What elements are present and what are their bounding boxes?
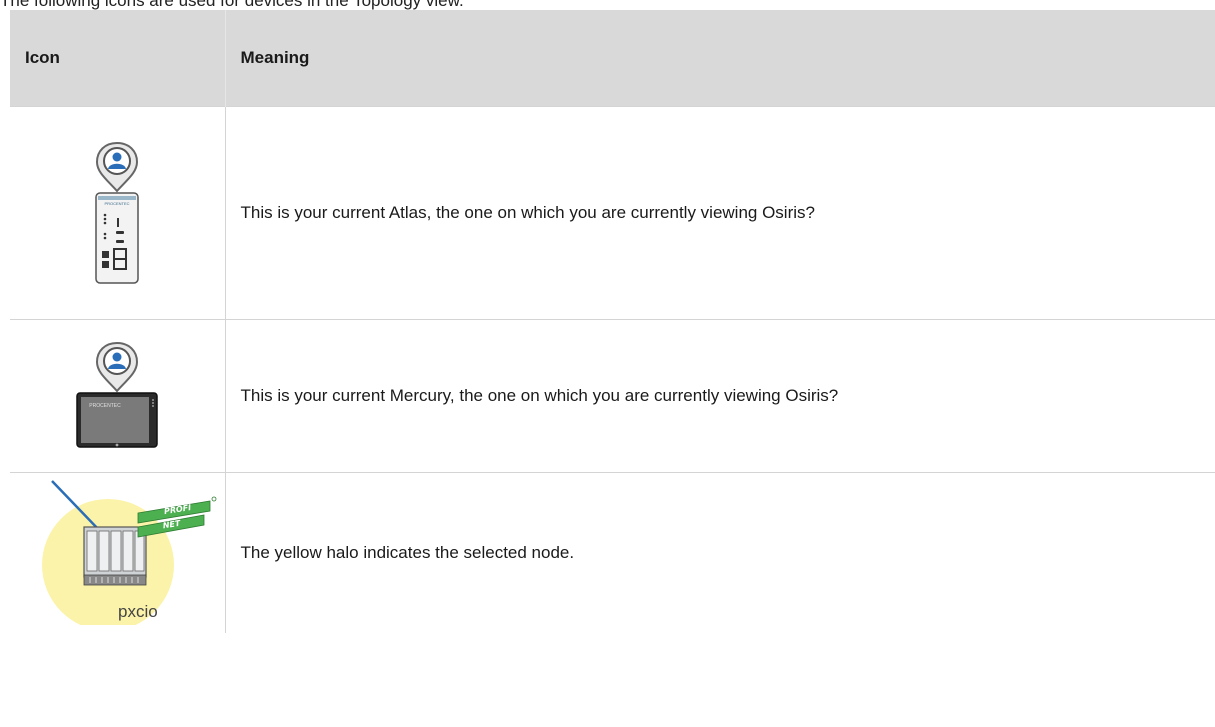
table-row: PROFI NET pxcio The yellow halo indicate… (10, 472, 1215, 633)
svg-text:PROCENTEC: PROCENTEC (90, 403, 122, 409)
mercury-panel-current-icon: PROCENTEC (75, 341, 159, 451)
meaning-cell: The yellow halo indicates the selected n… (224, 472, 1215, 633)
profinet-node-selected-halo-icon: PROFI NET pxcio (38, 475, 218, 625)
meaning-cell: This is your current Atlas, the one on w… (224, 106, 1215, 320)
device-icons-table: Icon Meaning PROCENTEC This is your curr… (10, 10, 1215, 633)
header-icon: Icon (10, 10, 225, 107)
icon-cell: PROFI NET pxcio (10, 472, 225, 633)
table-row: PROCENTEC This is your current Atlas, th… (10, 106, 1215, 320)
header-meaning: Meaning (224, 10, 1215, 107)
icon-cell: PROCENTEC (10, 106, 225, 320)
table-row: PROCENTEC This is your current Mercury, … (10, 319, 1215, 473)
meaning-cell: This is your current Mercury, the one on… (224, 319, 1215, 473)
svg-text:PROCENTEC: PROCENTEC (105, 201, 130, 206)
atlas-device-current-icon: PROCENTEC (92, 141, 142, 286)
node-label: pxcio (118, 602, 158, 621)
icon-cell: PROCENTEC (10, 319, 225, 473)
table-header-row: Icon Meaning (10, 10, 1215, 107)
